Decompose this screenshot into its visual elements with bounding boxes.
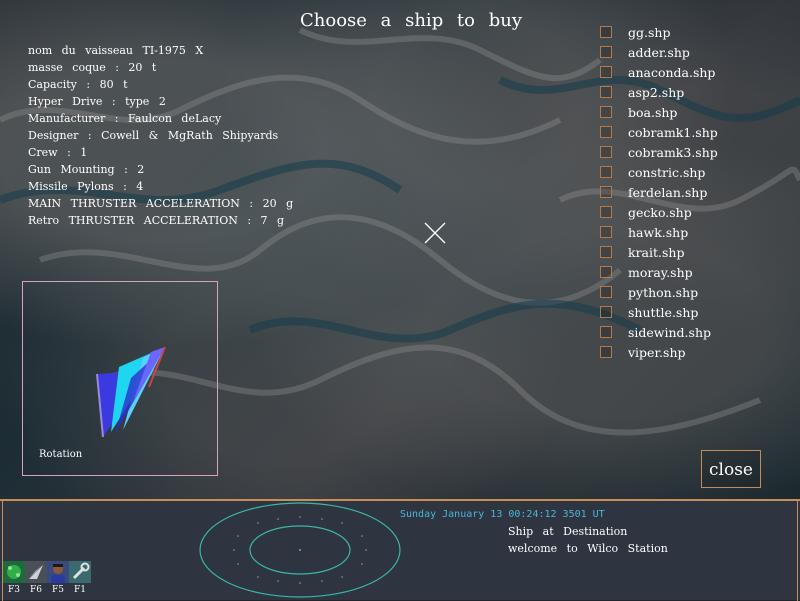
retro-thruster-row: Retro THRUSTER ACCELERATION : 7 g [28,214,285,227]
ship-item-shuttle[interactable]: shuttle.shp [600,302,718,322]
ship-item-boa[interactable]: boa.shp [600,102,718,122]
ship-model-icon [96,346,166,438]
ship-checkbox[interactable] [600,106,612,118]
ship-item-label: cobramk1.shp [628,124,718,140]
ship-checkbox[interactable] [600,346,612,358]
ship-checkbox[interactable] [600,306,612,318]
ship-item-label: sidewind.shp [628,324,712,340]
ship-checkbox[interactable] [600,86,612,98]
status-message-2: welcome to Wilco Station [508,542,668,555]
ship-checkbox[interactable] [600,286,612,298]
ship-rotation-viewer[interactable]: Rotation [22,281,218,476]
ship-item-krait[interactable]: krait.shp [600,242,718,262]
ship-item-cobramk3[interactable]: cobramk3.shp [600,142,718,162]
ship-item-label: hawk.shp [628,224,689,240]
ship-item-label: boa.shp [628,104,678,120]
ship-item-gg[interactable]: gg.shp [600,22,718,42]
ship-item-constric[interactable]: constric.shp [600,162,718,182]
ship-checkbox[interactable] [600,266,612,278]
ship-item-python[interactable]: python.shp [600,282,718,302]
ship-item-sidewind[interactable]: sidewind.shp [600,322,718,342]
panel-frame-right [797,501,798,601]
ship-checkbox[interactable] [600,326,612,338]
crew-row: Crew : 1 [28,146,88,159]
crosshair-icon [424,222,446,244]
ship-item-label: ferdelan.shp [628,184,708,200]
ship-checkbox[interactable] [600,246,612,258]
ship-item-label: moray.shp [628,264,693,280]
ship-item-label: anaconda.shp [628,64,716,80]
datetime-display: Sunday January 13 00:24:12 3501 UT [400,509,605,520]
manufacturer-row: Manufacturer : Faulcon deLacy [28,112,222,125]
function-key-bar: F3 F6 F5 F1 [3,561,91,595]
hyperdrive-row: Hyper Drive : type 2 [28,95,166,108]
ship-item-ferdelan[interactable]: ferdelan.shp [600,182,718,202]
ship-item-label: gg.shp [628,24,671,40]
ship-name-row: nom du vaisseau TI-1975 X [28,44,204,57]
page-title: Choose a ship to buy [300,10,523,31]
ship-item-label: asp2.shp [628,84,685,100]
ship-checkbox[interactable] [600,66,612,78]
ship-checkbox[interactable] [600,26,612,38]
f3-map-button[interactable]: F3 [3,561,25,595]
f1-settings-button[interactable]: F1 [69,561,91,595]
ship-checkbox[interactable] [600,146,612,158]
f6-ship-info-button[interactable]: F6 [25,561,47,595]
ship-checkbox[interactable] [600,166,612,178]
ship-item-label: python.shp [628,284,699,300]
ship-info-icon [25,561,47,583]
close-button[interactable]: close [701,450,761,488]
radar-scanner [199,502,401,598]
gun-mounting-row: Gun Mounting : 2 [28,163,145,176]
ship-item-asp2[interactable]: asp2.shp [600,82,718,102]
hull-mass-row: masse coque : 20 t [28,61,157,74]
status-message-1: Ship at Destination [508,525,628,538]
rotation-label: Rotation [39,449,83,460]
ship-item-moray[interactable]: moray.shp [600,262,718,282]
ship-item-cobramk1[interactable]: cobramk1.shp [600,122,718,142]
pilot-icon [47,561,69,583]
ship-item-viper[interactable]: viper.shp [600,342,718,362]
capacity-row: Capacity : 80 t [28,78,128,91]
ship-checkbox[interactable] [600,126,612,138]
ship-item-gecko[interactable]: gecko.shp [600,202,718,222]
fkey-label: F6 [30,585,42,595]
wrench-icon [69,561,91,583]
missile-pylons-row: Missile Pylons : 4 [28,180,144,193]
ship-checkbox[interactable] [600,206,612,218]
fkey-label: F5 [52,585,64,595]
fkey-label: F1 [74,585,86,595]
map-icon [3,561,25,583]
ship-item-label: gecko.shp [628,204,692,220]
main-thruster-row: MAIN THRUSTER ACCELERATION : 20 g [28,197,294,210]
ship-item-anaconda[interactable]: anaconda.shp [600,62,718,82]
bottom-status-panel: Sunday January 13 00:24:12 3501 UT Ship … [0,499,800,601]
ship-item-label: adder.shp [628,44,690,60]
ship-item-label: viper.shp [628,344,686,360]
designer-row: Designer : Cowell & MgRath Shipyards [28,129,279,142]
ship-checkbox[interactable] [600,46,612,58]
ship-list: gg.shp adder.shp anaconda.shp asp2.shp b… [600,22,718,362]
f5-pilot-button[interactable]: F5 [47,561,69,595]
ship-checkbox[interactable] [600,186,612,198]
ship-item-label: cobramk3.shp [628,144,718,160]
fkey-label: F3 [8,585,20,595]
ship-item-label: shuttle.shp [628,304,699,320]
ship-item-adder[interactable]: adder.shp [600,42,718,62]
ship-item-label: krait.shp [628,244,685,260]
ship-checkbox[interactable] [600,226,612,238]
ship-item-label: constric.shp [628,164,706,180]
ship-item-hawk[interactable]: hawk.shp [600,222,718,242]
ship-info-panel: nom du vaisseau TI-1975 X masse coque : … [28,42,293,229]
